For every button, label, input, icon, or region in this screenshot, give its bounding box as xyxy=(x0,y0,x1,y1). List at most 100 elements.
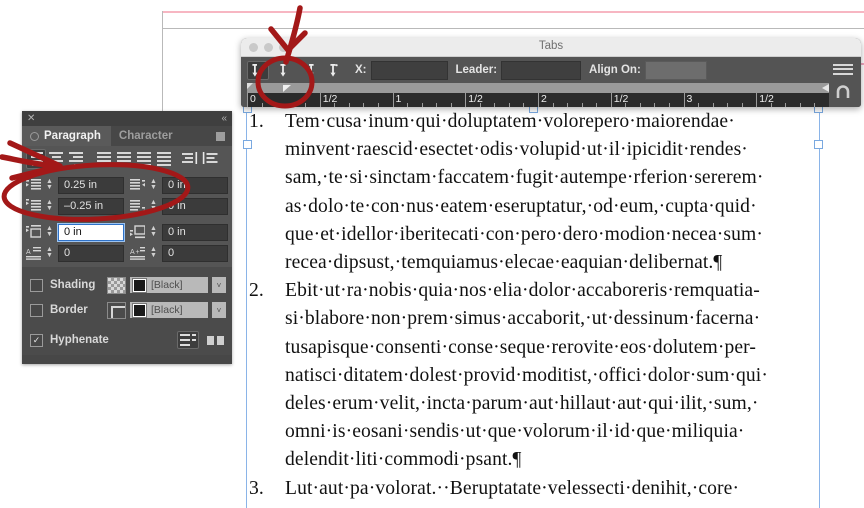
shading-label: Shading xyxy=(50,279,96,291)
text-line: sam,·te·si·sinctam·faccatem·fugit·autemp… xyxy=(285,167,764,189)
ruler-minor-tick xyxy=(305,103,307,107)
text-line: Ebit·ut·ra·nobis·quia·nos·elia·dolor·acc… xyxy=(285,280,760,302)
text-line: si·blabore·non·prem·simus·accaborit,·ut·… xyxy=(285,308,761,330)
align-to-decimal-tab-icon xyxy=(330,63,338,77)
indent-field-group: ▲ ▼ 0.25 in ▲ ▼ 0 in ▲ ▼ –0.25 in ▲ ▼ 0 … xyxy=(22,172,232,267)
composer-buttons xyxy=(177,331,226,349)
left-indent-stepper[interactable]: ▲ ▼ xyxy=(44,176,55,194)
leader-label: Leader: xyxy=(455,64,498,76)
border-checkbox[interactable] xyxy=(30,303,43,317)
first-line-indent-field[interactable]: ▲ ▼ –0.25 in xyxy=(26,197,124,215)
list-item[interactable]: 1. Tem·cusa·inum·qui·doluptatem·volorepe… xyxy=(247,108,825,277)
border-color-chevron-down-icon[interactable]: ˅ xyxy=(212,302,226,318)
hyphenate-row: ✓ Hyphenate xyxy=(22,328,232,355)
text-line: que·et·idellor·iberitecati·con·pero·dero… xyxy=(285,223,763,245)
justify-last-center-button[interactable] xyxy=(114,149,134,169)
align-center-button[interactable] xyxy=(46,149,66,169)
drop-cap-characters-input[interactable]: 0 xyxy=(162,244,228,262)
ruler-minor-tick xyxy=(741,103,743,107)
tabs-dialog[interactable]: Tabs X: Leader: Align On: 0 1/2 1 1/2 2 … xyxy=(241,38,861,107)
tab-paragraph[interactable]: Paragraph xyxy=(22,126,111,146)
text-line: as·dolo·te·con·nus·eatem·eseruptatur,·od… xyxy=(285,195,757,217)
text-line: Lut·aut·pa·volorat.··Beruptatate·velesse… xyxy=(285,477,740,499)
drop-cap-lines-stepper[interactable]: ▲ ▼ xyxy=(44,244,55,262)
drop-cap-characters-stepper[interactable]: ▲ ▼ xyxy=(148,244,159,262)
hyphenate-checkbox[interactable]: ✓ xyxy=(30,333,43,347)
shading-checkbox[interactable] xyxy=(30,278,43,292)
list-item[interactable]: 3. Lut·aut·pa·volorat.··Beruptatate·vele… xyxy=(247,475,825,503)
justify-all-button[interactable] xyxy=(154,149,174,169)
ruler-minor-tick xyxy=(261,103,263,107)
paragraph-composer-button[interactable] xyxy=(177,331,199,349)
last-line-indent-icon xyxy=(130,199,145,213)
x-input[interactable] xyxy=(370,60,448,80)
shading-color-name: [Black] xyxy=(151,279,183,291)
collapse-icon[interactable]: « xyxy=(221,113,227,124)
justify-last-left-button[interactable] xyxy=(94,149,114,169)
ruler-minor-tick xyxy=(494,103,496,107)
first-line-indent-input[interactable]: –0.25 in xyxy=(58,197,124,215)
right-indent-field[interactable]: ▲ ▼ 0 in xyxy=(130,176,228,194)
first-line-indent-stepper[interactable]: ▲ ▼ xyxy=(44,197,55,215)
border-color-field[interactable]: [Black] xyxy=(130,302,208,318)
document-text[interactable]: 1. Tem·cusa·inum·qui·doluptatem·volorepe… xyxy=(247,108,825,503)
last-line-indent-field[interactable]: ▲ ▼ 0 in xyxy=(130,197,228,215)
last-line-indent-stepper[interactable]: ▲ ▼ xyxy=(148,197,159,215)
align-left-button[interactable] xyxy=(26,149,46,169)
tab-marker-on-ruler[interactable] xyxy=(283,85,291,92)
shading-color-chevron-down-icon[interactable]: ˅ xyxy=(212,277,226,293)
center-justified-tab-button[interactable] xyxy=(272,61,294,80)
align-toward-spine-button[interactable] xyxy=(180,149,200,169)
tab-ruler-scale[interactable]: 01/211/221/231/24 xyxy=(247,93,829,107)
border-row: Border [Black] ˅ xyxy=(30,299,226,321)
space-after-input[interactable]: 0 in xyxy=(162,223,228,241)
drop-cap-characters-field[interactable]: A + ▲ ▼ 0 xyxy=(130,244,228,262)
ruler-minor-tick xyxy=(421,103,423,107)
list-number: 3. xyxy=(249,477,264,499)
drop-cap-lines-field[interactable]: A ▲ ▼ 0 xyxy=(26,244,124,262)
leader-input[interactable] xyxy=(501,60,582,80)
align-right-button[interactable] xyxy=(66,149,86,169)
space-before-stepper[interactable]: ▲ ▼ xyxy=(44,223,55,241)
shading-color-field[interactable]: [Black] xyxy=(130,277,208,293)
left-justified-tab-button[interactable] xyxy=(247,60,269,80)
last-line-indent-input[interactable]: 0 in xyxy=(162,197,228,215)
align-away-spine-button[interactable] xyxy=(200,149,220,169)
right-indent-input[interactable]: 0 in xyxy=(162,176,228,194)
ruler-minor-tick xyxy=(276,103,278,107)
right-justified-tab-button[interactable] xyxy=(297,61,319,80)
tabs-dialog-title-bar[interactable]: Tabs xyxy=(241,38,861,57)
space-before-field[interactable]: ▲ ▼ 0 in xyxy=(26,223,124,241)
magnet-snap-icon[interactable] xyxy=(834,83,852,101)
paragraph-composer-icon xyxy=(180,334,196,346)
align-on-input[interactable] xyxy=(644,60,707,80)
list-item[interactable]: 2. Ebit·ut·ra·nobis·quia·nos·elia·dolor·… xyxy=(247,277,825,474)
space-after-stepper[interactable]: ▲ ▼ xyxy=(148,223,159,241)
right-indent-stepper[interactable]: ▲ ▼ xyxy=(148,176,159,194)
right-indent-marker[interactable] xyxy=(822,84,829,92)
align-to-decimal-tab-button[interactable] xyxy=(322,61,344,80)
space-before-input[interactable]: 0 in xyxy=(58,223,124,241)
space-after-field[interactable]: ▲ ▼ 0 in xyxy=(130,223,228,241)
tab-character[interactable]: Character xyxy=(110,126,183,146)
tabs-toolbar: X: Leader: Align On: xyxy=(241,57,861,83)
left-indent-icon xyxy=(26,178,41,192)
close-icon[interactable]: ✕ xyxy=(27,113,35,124)
left-indent-marker[interactable] xyxy=(247,83,253,89)
border-controls: [Black] ˅ xyxy=(107,301,226,319)
drop-cap-characters-icon: A + xyxy=(130,246,145,260)
single-line-composer-button[interactable] xyxy=(204,331,226,349)
panel-menu-icon[interactable] xyxy=(216,132,225,141)
left-indent-input[interactable]: 0.25 in xyxy=(58,176,124,194)
tab-ruler[interactable]: 01/211/221/231/24 xyxy=(247,83,829,107)
tab-ruler-indent-track[interactable] xyxy=(247,83,829,93)
tabs-panel-menu-icon[interactable] xyxy=(833,61,853,77)
ruler-minor-tick xyxy=(523,103,525,107)
panel-tabs: Paragraph Character xyxy=(22,126,232,146)
left-indent-field[interactable]: ▲ ▼ 0.25 in xyxy=(26,176,124,194)
paragraph-panel[interactable]: ✕ « Paragraph Character ▲ ▼ 0.25 in ▲ ▼ … xyxy=(22,111,232,364)
ruler-minor-tick xyxy=(727,103,729,107)
justify-last-right-button[interactable] xyxy=(134,149,154,169)
drop-cap-lines-input[interactable]: 0 xyxy=(58,244,124,262)
panel-title-bar[interactable]: ✕ « xyxy=(22,111,232,126)
